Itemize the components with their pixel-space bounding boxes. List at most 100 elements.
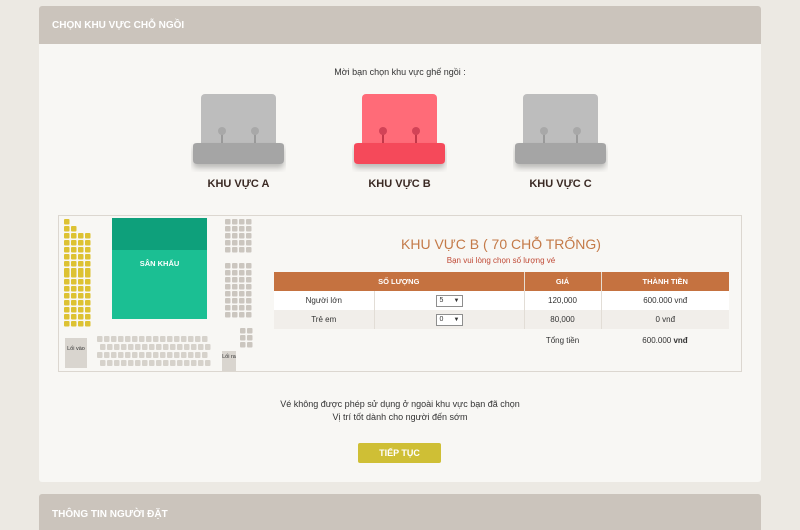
seat-zone-a (85, 279, 91, 285)
child-quantity-select[interactable]: 0 ▼ (435, 313, 463, 326)
table-row-adult: Người lớn 5 ▼ 120,000 600.000 vnđ (274, 291, 729, 310)
seat-zone-a (85, 261, 91, 267)
seat-zone-a (71, 226, 77, 232)
seat-zone-c (239, 219, 245, 225)
seat-zone-a (78, 272, 84, 278)
seat-zone-c (246, 270, 252, 276)
seat-zone-b (149, 344, 155, 350)
seat-zone-c (232, 240, 238, 246)
seat-zone-b (160, 352, 166, 358)
seat-zone-a (64, 226, 70, 232)
seat-zone-b (139, 352, 145, 358)
stage-backdrop (112, 218, 207, 250)
seat-zone-a (71, 293, 77, 299)
ticket-price: 120,000 (524, 291, 602, 310)
section-header-seat-zone: CHỌN KHU VỰC CHỖ NGỒI (39, 6, 761, 44)
seat-zone-c (239, 284, 245, 290)
seat-zone-b (118, 352, 124, 358)
seat-zone-c (246, 233, 252, 239)
seat-zone-c (239, 305, 245, 311)
armchair-icon (193, 94, 284, 164)
seat-zone-b (111, 336, 117, 342)
seat-zone-b (195, 352, 201, 358)
zone-prompt: Mời bạn chọn khu vực ghế ngồi : (334, 67, 466, 77)
dropdown-arrow-icon: ▼ (453, 316, 460, 323)
seat-zone-b (167, 336, 173, 342)
continue-button[interactable]: TIẾP TỤC (358, 443, 441, 463)
seat-zone-c (225, 263, 231, 269)
seat-zone-a (78, 293, 84, 299)
seat-zone-a (78, 314, 84, 320)
seat-zone-b (160, 336, 166, 342)
seat-zone-b (170, 344, 176, 350)
armchair-icon (354, 94, 445, 164)
adult-quantity-select[interactable]: 5 ▼ (435, 294, 463, 307)
section-header-booker-info[interactable]: THÔNG TIN NGƯỜI ĐẶT (39, 494, 761, 530)
seat-zone-c (232, 291, 238, 297)
seat-zone-b (132, 336, 138, 342)
zone-c-label[interactable]: KHU VỰC C (513, 178, 608, 190)
seat-zone-b (104, 336, 110, 342)
seat-zone-c (247, 342, 253, 348)
seat-zone-c (239, 277, 245, 283)
seat-zone-a (64, 321, 70, 327)
note-line-2: Vị trí tốt dành cho người đến sớm (332, 412, 468, 422)
seat-zone-a (78, 300, 84, 306)
seat-zone-b (146, 336, 152, 342)
seat-zone-b (198, 344, 204, 350)
seat-zone-c (232, 247, 238, 253)
seat-zone-b (167, 352, 173, 358)
seat-zone-b (107, 344, 113, 350)
seat-zone-c (225, 291, 231, 297)
seat-zone-c (240, 335, 246, 341)
seat-zone-b (170, 360, 176, 366)
seat-zone-b (100, 360, 106, 366)
seat-zone-a (78, 233, 84, 239)
seat-zone-a (64, 272, 70, 278)
seat-zone-b (121, 360, 127, 366)
seat-zone-a (71, 247, 77, 253)
seat-zone-c (246, 219, 252, 225)
seat-zone-b (163, 344, 169, 350)
seat-zone-a (64, 314, 70, 320)
seat-zone-b (132, 352, 138, 358)
table-row-total: Tổng tiền 600.000 vnđ (274, 329, 729, 351)
zone-b-label[interactable]: KHU VỰC B (352, 178, 447, 190)
seat-zone-b (125, 352, 131, 358)
ticket-price: 80,000 (524, 310, 602, 329)
seat-zone-a (78, 286, 84, 292)
seat-zone-c (225, 233, 231, 239)
seat-zone-a (85, 272, 91, 278)
seat-zone-b (128, 360, 134, 366)
seat-zone-a (85, 254, 91, 260)
seat-zone-a (64, 300, 70, 306)
seat-zone-a (64, 307, 70, 313)
seat-zone-c (232, 277, 238, 283)
seat-zone-c (239, 240, 245, 246)
seat-zone-b (118, 336, 124, 342)
seat-zone-c (239, 247, 245, 253)
seat-zone-a (71, 300, 77, 306)
seat-zone-b (121, 344, 127, 350)
seat-zone-a (64, 247, 70, 253)
seat-zone-c (232, 298, 238, 304)
seat-zone-c (225, 305, 231, 311)
seat-zone-a (71, 307, 77, 313)
zone-b-button[interactable] (352, 92, 447, 172)
seat-zone-c (239, 263, 245, 269)
seat-zone-c (232, 219, 238, 225)
seat-zone-b (135, 344, 141, 350)
seat-zone-c (225, 312, 231, 318)
seat-zone-a (64, 240, 70, 246)
seat-zone-a (64, 254, 70, 260)
seat-zone-b (104, 352, 110, 358)
ticket-type: Người lớn (274, 291, 375, 310)
seat-zone-c (225, 270, 231, 276)
zone-a-button[interactable] (191, 92, 286, 172)
zone-c-button[interactable] (513, 92, 608, 172)
seat-zone-c (246, 284, 252, 290)
seat-zone-c (246, 226, 252, 232)
seat-zone-a (78, 279, 84, 285)
zone-a-label[interactable]: KHU VỰC A (191, 178, 286, 190)
ticket-subtotal: 600.000 vnđ (601, 291, 729, 310)
